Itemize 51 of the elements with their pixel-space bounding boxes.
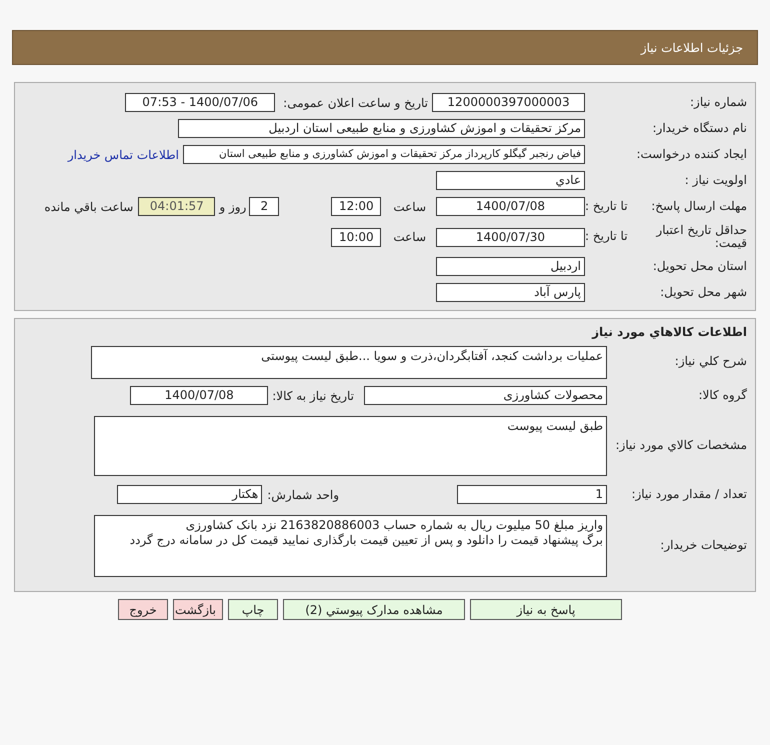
field-label: مهلت ارسال پاسخ: [651, 200, 747, 214]
field-label: تا تاریخ : [585, 200, 628, 214]
action-button[interactable]: بازگشت [173, 599, 223, 620]
announce-date-field: 1400/07/06 - 07:53 [125, 93, 276, 112]
action-button[interactable]: مشاهده مدارک پیوستي (2) [283, 599, 465, 620]
field-label: نام دستگاه خریدار: [652, 122, 747, 136]
field-label: حداقل تاریخ اعتبار قیمت: [654, 224, 747, 250]
field-label: توضیحات خریدار: [660, 539, 747, 553]
notes-line: برگ پیشنهاد قیمت را دانلود و پس از تعیین قیمت بارگذاری نمایید قیمت کل در سامانه درج گردد [128, 533, 603, 548]
field-label: استان محل تحویل: [652, 260, 747, 274]
field-label: روز و [219, 200, 246, 214]
province-field: اردبیل [436, 257, 585, 276]
deadline-time-field: 12:00 [331, 197, 382, 216]
field-label: شماره نیاز: [690, 96, 747, 110]
section-title: اطلاعات كالاهاي مورد نياز [590, 324, 748, 341]
deadline-date-field: 1400/07/08 [436, 197, 585, 216]
field-label: اولویت نیاز : [684, 174, 747, 188]
field-label: تعداد / مقدار مورد نیاز: [631, 488, 747, 502]
field-label: شهر محل تحویل: [660, 286, 747, 300]
goods-group-field: محصولات کشاورزی [364, 386, 607, 405]
need-number-field: 1200000397000003 [432, 93, 585, 112]
field-label: تاریخ نیاز به کالا: [272, 388, 354, 402]
action-button[interactable]: پاسخ به نیاز [470, 599, 622, 620]
field-label: شرح كلي نياز: [674, 355, 747, 369]
days-field: 2 [249, 197, 280, 216]
buyer-contact-link[interactable]: اطلاعات تماس خریدار [68, 148, 179, 162]
validity-date-field: 1400/07/30 [436, 228, 585, 246]
action-button[interactable]: خروج [118, 599, 168, 620]
priority-field: عادي [436, 171, 585, 190]
specs-field: طبق لیست پیوست [94, 416, 607, 476]
field-label: ساعت باقي مانده [44, 200, 134, 214]
field-label: ساعت [393, 230, 426, 244]
field-label: ساعت [393, 200, 426, 214]
field-label: گروه کالا: [698, 388, 747, 402]
remaining-time-field: 04:01:57 [138, 197, 216, 216]
quantity-field: 1 [457, 485, 607, 504]
field-label: مشخصات كالاي مورد نياز: [615, 439, 747, 453]
notes-line: واریز مبلغ 50 میلیوت ریال به شماره حساب 2163820886003 نزد بانک کشاورزی [184, 518, 603, 533]
need-date-field: 1400/07/08 [130, 386, 268, 405]
city-field: پارس آباد [436, 283, 585, 302]
field-label: تا تاریخ : [585, 230, 628, 244]
summary-field: عملیات برداشت کنجد، آفتابگردان،ذرت و سویا ...طبق لیست پیوستی [91, 346, 607, 378]
action-button[interactable]: چاپ [228, 599, 278, 620]
page-title: جزئیات اطلاعات نیاز [12, 30, 758, 65]
unit-field: هکتار [117, 485, 262, 504]
field-label: تاریخ و ساعت اعلان عمومی: [283, 96, 428, 110]
field-label: ایجاد کننده درخواست: [636, 148, 747, 162]
validity-time-field: 10:00 [331, 228, 382, 246]
buyer-field: مرکز تحقیقات و اموزش کشاورزی و منابع طبیعی استان اردبیل [178, 119, 585, 138]
field-label: واحد شمارش: [267, 488, 339, 502]
requester-field: فیاض رنجبر گیگلو کارپرداز مرکز تحقیقات و اموزش کشاورزی و منابع طبیعی استان [183, 145, 585, 164]
